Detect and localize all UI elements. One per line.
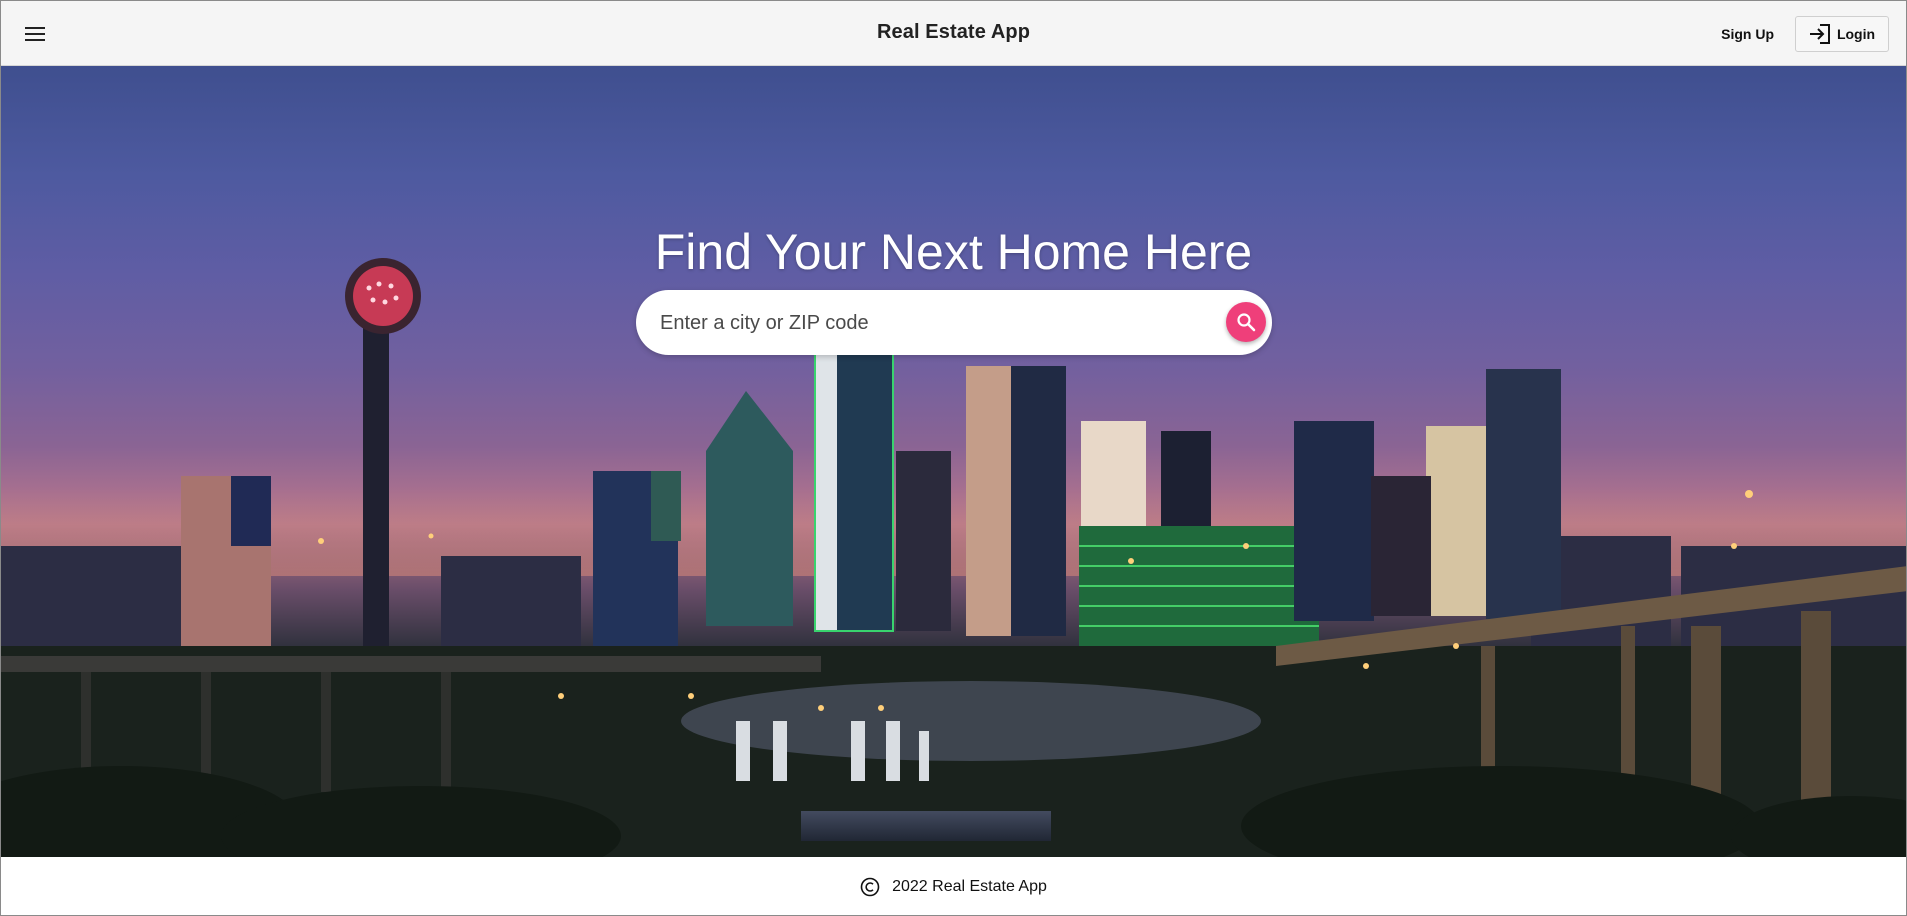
footer-text: 2022 Real Estate App [892,878,1047,895]
sign-up-button[interactable]: Sign Up [1721,26,1774,42]
search-input[interactable] [660,304,1180,342]
city-skyline-background [1,258,1906,857]
login-label: Login [1836,26,1876,42]
footer: 2022 Real Estate App [1,857,1906,915]
search-icon [1237,313,1256,332]
top-app-bar: Real Estate App Sign Up Login [1,1,1906,66]
hero-heading: Find Your Next Home Here [654,224,1253,280]
copyright-icon [860,877,880,897]
search-bar [636,290,1272,355]
app-title: Real Estate App [876,21,1031,43]
login-icon [1809,24,1830,44]
login-button[interactable]: Login [1795,16,1889,52]
hero-section: Find Your Next Home Here [1,66,1906,857]
search-button[interactable] [1226,302,1266,342]
app-window: Real Estate App Sign Up Login Find Your … [0,0,1907,916]
